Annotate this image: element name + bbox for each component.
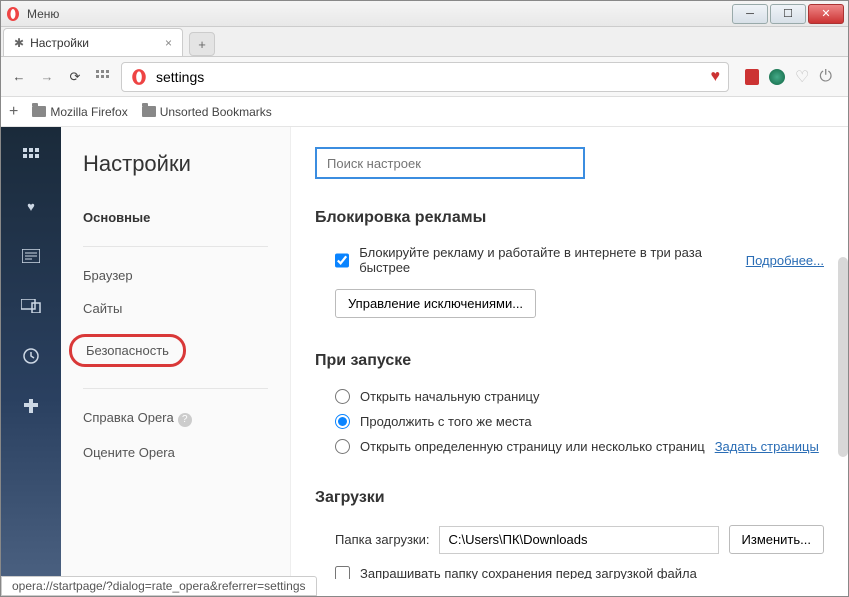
bookmark-label: Unsorted Bookmarks: [160, 105, 272, 119]
rail-history-icon[interactable]: [20, 345, 42, 367]
content-area: ♥ Настройки Основные Браузер Сайты Безоп…: [1, 127, 848, 579]
rail-heart-icon[interactable]: ♥: [20, 195, 42, 217]
rail-sync-icon[interactable]: [20, 295, 42, 317]
tab-settings[interactable]: ✱ Настройки ×: [3, 28, 183, 56]
tab-close-icon[interactable]: ×: [165, 36, 172, 50]
speeddial-icon[interactable]: [93, 67, 113, 87]
ask-folder-label: Запрашивать папку сохранения перед загру…: [360, 566, 697, 579]
globe-icon[interactable]: [769, 69, 785, 85]
shield-icon[interactable]: ♡: [795, 67, 809, 87]
settings-sidebar: Настройки Основные Браузер Сайты Безопас…: [61, 127, 291, 579]
back-button[interactable]: ←: [9, 67, 29, 87]
url-input[interactable]: [156, 69, 703, 85]
change-folder-button[interactable]: Изменить...: [729, 525, 824, 554]
rail-extensions-icon[interactable]: [20, 395, 42, 417]
section-adblock: Блокировка рекламы Блокируйте рекламу и …: [315, 209, 824, 322]
ask-folder-checkbox[interactable]: [335, 566, 350, 579]
heart-icon[interactable]: ♥: [711, 68, 721, 86]
radio-input[interactable]: [335, 439, 350, 454]
opera-o-icon: [130, 68, 148, 86]
startup-radio-continue[interactable]: Продолжить с того же места: [315, 409, 824, 434]
manage-exceptions-button[interactable]: Управление исключениями...: [335, 289, 536, 318]
left-rail: ♥: [1, 127, 61, 579]
sidebar-item-main[interactable]: Основные: [83, 201, 268, 234]
section-downloads: Загрузки Папка загрузки: Изменить... Зап…: [315, 489, 824, 579]
settings-main: Блокировка рекламы Блокируйте рекламу и …: [291, 127, 848, 579]
sidebar-item-help[interactable]: Справка Opera?: [83, 401, 268, 436]
sidebar-item-sites[interactable]: Сайты: [83, 292, 268, 325]
tab-title: Настройки: [30, 36, 89, 50]
scrollbar-thumb[interactable]: [838, 257, 848, 457]
minimize-button[interactable]: ─: [732, 4, 768, 24]
radio-input[interactable]: [335, 389, 350, 404]
address-bar[interactable]: ♥: [121, 62, 729, 92]
sidebar-item-browser[interactable]: Браузер: [83, 259, 268, 292]
opera-logo-icon: [5, 6, 21, 22]
section-title: Блокировка рекламы: [315, 209, 824, 227]
highlight-annotation: Безопасность: [69, 334, 186, 367]
bookmark-folder-1[interactable]: Mozilla Firefox: [32, 105, 127, 119]
adblock-checkbox[interactable]: [335, 253, 349, 268]
maximize-button[interactable]: ☐: [770, 4, 806, 24]
navigation-bar: ← → ⟳ ♥ ♡ ⏻: [1, 57, 848, 97]
adblock-more-link[interactable]: Подробнее...: [746, 253, 824, 268]
add-bookmark-button[interactable]: +: [9, 103, 18, 121]
help-icon: ?: [178, 413, 192, 427]
section-title: При запуске: [315, 352, 824, 370]
reload-button[interactable]: ⟳: [65, 67, 85, 87]
bookmarks-bar: + Mozilla Firefox Unsorted Bookmarks: [1, 97, 848, 127]
settings-search-input[interactable]: [315, 147, 585, 179]
folder-icon: [142, 106, 156, 117]
ext-icon-1[interactable]: [745, 69, 759, 85]
window-titlebar: Меню ─ ☐ ✕: [1, 1, 848, 27]
gear-icon: ✱: [14, 36, 24, 50]
bookmark-label: Mozilla Firefox: [50, 105, 127, 119]
rail-speeddial-icon[interactable]: [20, 145, 42, 167]
status-bar: opera://startpage/?dialog=rate_opera&ref…: [1, 576, 317, 596]
rail-news-icon[interactable]: [20, 245, 42, 267]
close-button[interactable]: ✕: [808, 4, 844, 24]
tab-bar: ✱ Настройки × +: [1, 27, 848, 57]
section-title: Загрузки: [315, 489, 824, 507]
new-tab-button[interactable]: +: [189, 32, 215, 56]
forward-button[interactable]: →: [37, 67, 57, 87]
sidebar-item-rate[interactable]: Оцените Opera: [83, 436, 268, 469]
download-path-input[interactable]: [439, 526, 718, 554]
bookmark-folder-2[interactable]: Unsorted Bookmarks: [142, 105, 272, 119]
menu-label[interactable]: Меню: [27, 7, 59, 21]
startup-radio-pages[interactable]: Открыть определенную страницу или нескол…: [315, 434, 824, 459]
startup-radio-home[interactable]: Открыть начальную страницу: [315, 384, 824, 409]
folder-icon: [32, 106, 46, 117]
sidebar-item-security[interactable]: Безопасность: [83, 325, 268, 376]
download-folder-label: Папка загрузки:: [335, 532, 429, 547]
page-title: Настройки: [61, 147, 290, 201]
power-icon[interactable]: ⏻: [819, 68, 832, 86]
set-pages-link[interactable]: Задать страницы: [715, 439, 819, 454]
radio-input[interactable]: [335, 414, 350, 429]
adblock-label: Блокируйте рекламу и работайте в интерне…: [359, 245, 736, 275]
section-startup: При запуске Открыть начальную страницу П…: [315, 352, 824, 459]
